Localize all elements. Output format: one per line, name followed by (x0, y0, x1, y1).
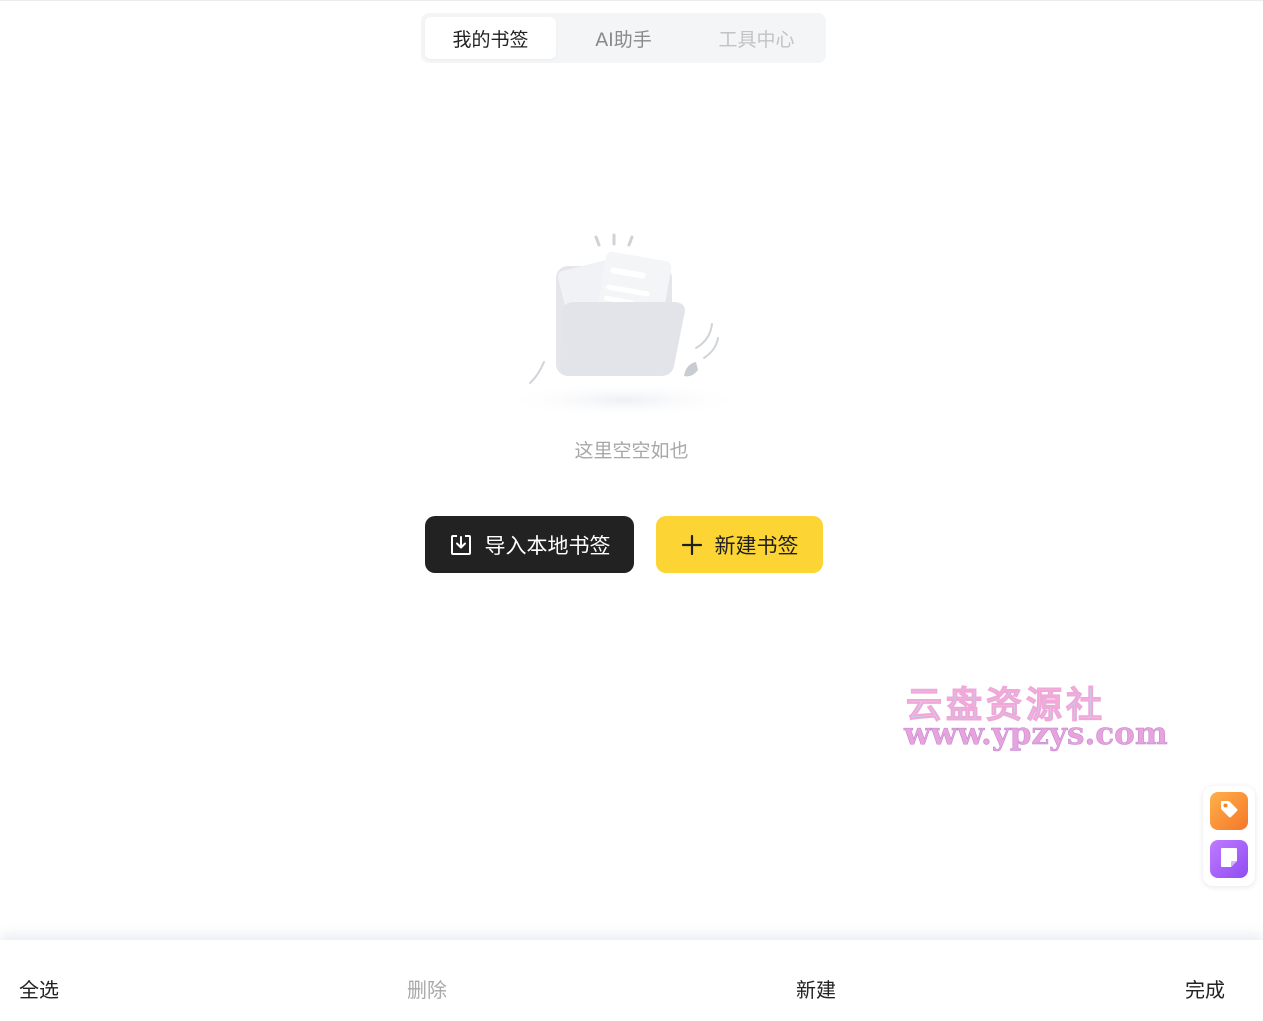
import-icon (449, 533, 473, 557)
watermark-url: www.ypzys.com (904, 716, 1168, 753)
import-local-bookmarks-button[interactable]: 导入本地书签 (425, 516, 634, 573)
import-button-label: 导入本地书签 (484, 533, 611, 558)
tag-icon (1218, 798, 1240, 824)
new-button[interactable]: 新建 (796, 974, 836, 1003)
tag-button[interactable] (1210, 792, 1248, 830)
empty-folder-illustration (500, 228, 750, 418)
plus-icon (681, 534, 703, 556)
note-button[interactable] (1210, 840, 1248, 878)
tab-switcher: 我的书签 AI助手 工具中心 (421, 13, 826, 63)
tab-my-bookmarks[interactable]: 我的书签 (425, 17, 556, 59)
tab-ai-assistant[interactable]: AI助手 (558, 17, 689, 59)
note-icon (1219, 846, 1239, 872)
done-button[interactable]: 完成 (1185, 974, 1225, 1003)
tab-tool-center[interactable]: 工具中心 (691, 17, 822, 59)
floating-side-widget (1203, 786, 1255, 886)
delete-button[interactable]: 删除 (407, 974, 447, 1003)
new-button-label: 新建书签 (714, 533, 799, 558)
bottom-action-bar: 全选 删除 新建 完成 (0, 940, 1263, 1021)
select-all-button[interactable]: 全选 (19, 974, 59, 1003)
empty-message: 这里空空如也 (574, 440, 689, 462)
new-bookmark-button[interactable]: 新建书签 (656, 516, 823, 573)
top-divider (0, 0, 1263, 1)
watermark: 云盘资源社 www.ypzys.com (900, 676, 1168, 756)
